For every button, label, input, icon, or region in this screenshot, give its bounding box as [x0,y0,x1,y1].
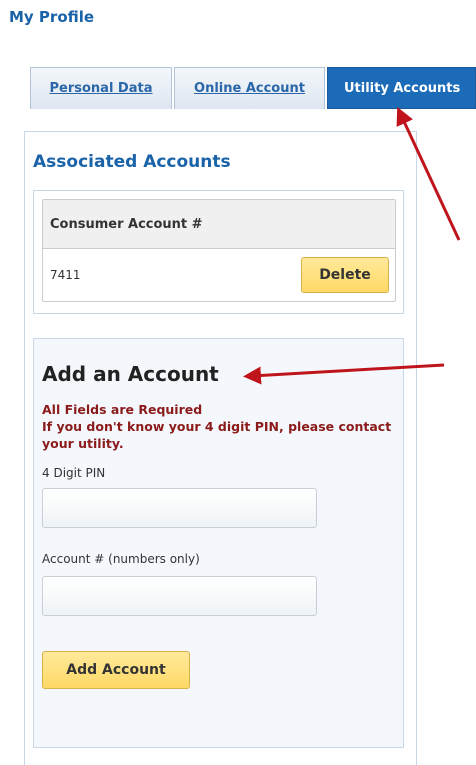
annotation-arrows [243,106,461,385]
arrow-to-utility-tab [396,106,461,241]
arrow-to-add-account [243,363,445,385]
